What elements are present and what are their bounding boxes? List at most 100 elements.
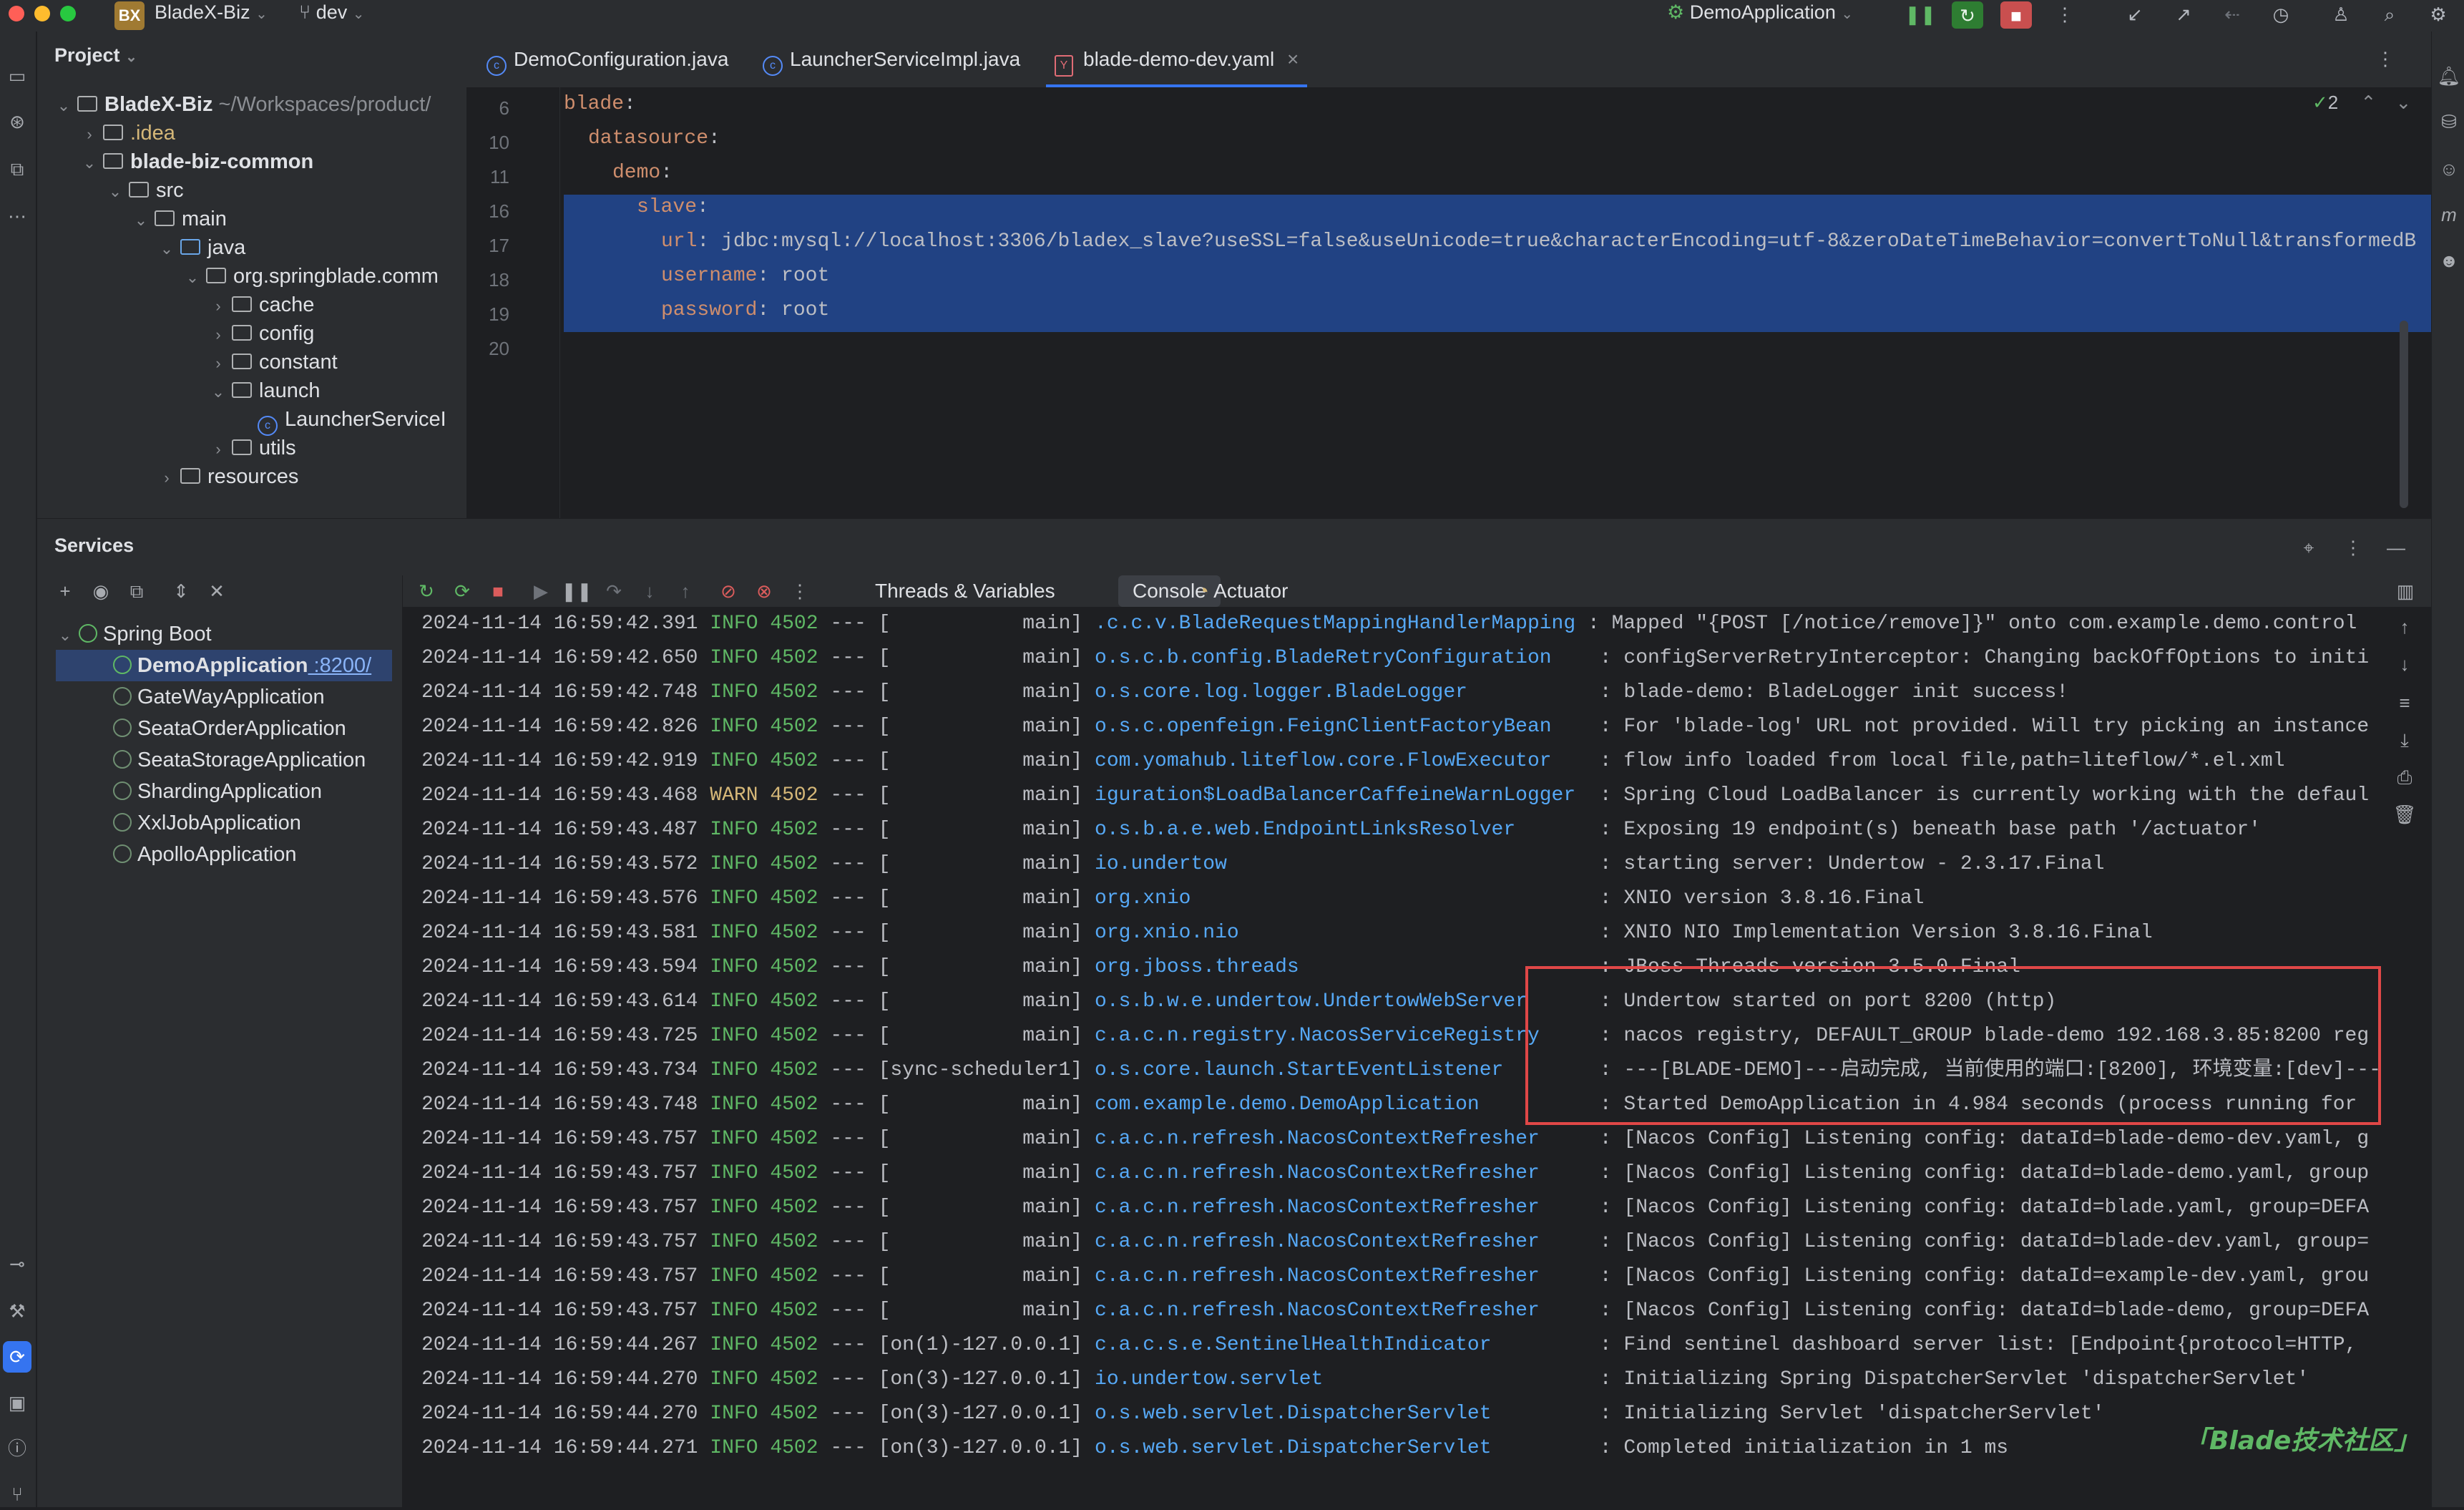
close-window-button[interactable] (9, 6, 24, 21)
layout-icon[interactable]: ▥ (2387, 575, 2423, 607)
tab-threads-variables[interactable]: Threads & Variables (875, 575, 1055, 607)
chevron-down-icon[interactable]: ⌄ (132, 205, 150, 236)
service-group-spring-boot[interactable]: ⌄ Spring Boot (56, 618, 212, 650)
account-icon[interactable]: ♙ (2325, 0, 2357, 29)
structure-icon[interactable]: ⧉ (0, 153, 34, 185)
git-icon[interactable]: ⑂ (0, 1479, 34, 1510)
log-logger[interactable]: o.s.c.b.config.BladeRetryConfiguration (1095, 647, 1588, 669)
zoom-window-button[interactable] (60, 6, 76, 21)
chevron-down-icon[interactable]: ⌄ (106, 176, 124, 208)
more-tools-icon[interactable]: ⋯ (0, 200, 34, 232)
commit-icon[interactable]: ⊛ (0, 106, 34, 137)
minimize-window-button[interactable] (34, 6, 50, 21)
database-icon[interactable]: ⛁ (2432, 106, 2464, 137)
code-line[interactable]: url: jdbc:mysql://localhost:3306/bladex_… (661, 230, 2416, 253)
tree-node-blade-biz-common[interactable]: ⌄ blade-biz-common (80, 146, 313, 177)
view-breakpoints-icon[interactable]: ⊘ (710, 575, 746, 607)
target-icon[interactable]: ⌖ (2291, 532, 2327, 563)
project-folder-icon[interactable]: ▭ (0, 60, 34, 92)
log-logger[interactable]: org.jboss.threads (1095, 956, 1588, 978)
service-item-shardingapplication[interactable]: ShardingApplication (109, 776, 322, 807)
clear-icon[interactable]: 🗑︎ (2387, 799, 2423, 830)
service-port-link[interactable]: :8200/ (308, 654, 372, 677)
project-panel-header[interactable]: Project ⌄ (54, 44, 137, 67)
log-logger[interactable]: o.s.c.openfeign.FeignClientFactoryBean (1095, 716, 1588, 738)
log-logger[interactable]: c.a.c.n.refresh.NacosContextRefresher (1095, 1300, 1588, 1322)
service-item-apolloapplication[interactable]: ApolloApplication (109, 839, 296, 870)
log-logger[interactable]: .c.c.v.BladeRequestMappingHandlerMapping (1095, 613, 1575, 635)
step-over-icon[interactable]: ↷ (596, 575, 632, 607)
log-logger[interactable]: c.a.c.s.e.SentinelHealthIndicator (1095, 1334, 1588, 1356)
log-logger[interactable]: iguration$LoadBalancerCaffeineWarnLogger (1095, 784, 1588, 807)
eye-icon[interactable]: ◉ (83, 575, 119, 607)
chevron-down-icon[interactable]: ⌄ (80, 147, 99, 179)
search-icon[interactable]: ⌕ (2374, 0, 2405, 29)
more-actions-icon[interactable]: ⋮ (2335, 532, 2371, 563)
tree-node-resources[interactable]: › resources (157, 461, 298, 492)
code-line[interactable]: datasource: (588, 127, 733, 150)
log-logger[interactable]: o.s.core.log.logger.BladeLogger (1095, 681, 1588, 703)
code-line[interactable]: blade: (564, 93, 648, 115)
print-icon[interactable]: ⎙ (2387, 761, 2423, 793)
tree-node--idea[interactable]: › .idea (80, 117, 175, 149)
tree-node-org-springblade-comm[interactable]: ⌄ org.springblade.comm (183, 260, 439, 292)
stop-icon[interactable]: ■ (480, 575, 516, 607)
maven-icon[interactable]: m (2432, 199, 2464, 230)
chevron-right-icon[interactable]: › (157, 462, 176, 494)
branch-switcher[interactable]: ⑂ dev ⌄ (299, 1, 365, 24)
chevron-down-icon[interactable]: ⌄ (54, 90, 73, 122)
minimize-panel-icon[interactable]: — (2378, 532, 2414, 563)
code-area[interactable]: blade: datasource: demo: slave: url: jdb… (466, 87, 2431, 518)
log-logger[interactable]: com.yomahub.liteflow.core.FlowExecutor (1095, 750, 1588, 772)
inspection-widget[interactable]: ✓2 ⌃ ⌄ (2312, 92, 2411, 114)
close-tab-icon[interactable]: × (1287, 48, 1299, 70)
vcs-push-icon[interactable]: ↗ (2168, 0, 2199, 29)
service-item-demoapplication[interactable]: DemoApplication :8200/ (56, 650, 392, 681)
step-into-icon[interactable]: ↓ (632, 575, 668, 607)
log-logger[interactable]: org.xnio (1095, 887, 1588, 910)
new-group-icon[interactable]: ⧉ (119, 575, 155, 607)
code-line[interactable]: slave: (637, 196, 721, 218)
log-logger[interactable]: o.s.web.servlet.DispatcherServlet (1095, 1403, 1588, 1425)
more-actions-icon[interactable]: ⋮ (2049, 0, 2081, 29)
log-logger[interactable]: c.a.c.n.refresh.NacosContextRefresher (1095, 1231, 1588, 1253)
build-icon[interactable]: ⚒ (0, 1295, 34, 1327)
collapse-all-icon[interactable]: ✕ (199, 575, 235, 607)
log-logger[interactable]: o.s.b.a.e.web.EndpointLinksResolver (1095, 819, 1588, 841)
service-item-gatewayapplication[interactable]: GateWayApplication (109, 681, 325, 713)
chevron-down-icon[interactable]: ⌄ (183, 262, 202, 293)
code-line[interactable]: password: root (661, 299, 829, 321)
add-service-icon[interactable]: + (47, 575, 83, 607)
service-item-xxljobapplication[interactable]: XxlJobApplication (109, 807, 301, 839)
mute-breakpoints-icon[interactable]: ⊗ (746, 575, 782, 607)
ai-assistant-icon[interactable]: ☺ (2432, 153, 2464, 185)
run-config-selector[interactable]: ⚙ DemoApplication ⌄ (1667, 1, 1853, 24)
tree-node-launch[interactable]: ⌄ launch (209, 375, 321, 406)
service-item-seatastorageapplication[interactable]: SeataStorageApplication (109, 744, 366, 776)
log-logger[interactable]: c.a.c.n.registry.NacosServiceRegistry (1095, 1025, 1588, 1047)
tree-node-cache[interactable]: › cache (209, 289, 314, 321)
copilot-icon[interactable]: ☻ (2432, 245, 2464, 276)
log-logger[interactable]: c.a.c.n.refresh.NacosContextRefresher (1095, 1162, 1588, 1184)
editor-scrollbar[interactable] (2400, 321, 2408, 508)
more-actions-icon[interactable]: ⋮ (2370, 44, 2401, 73)
tab-launcherserviceimpl[interactable]: c LauncherServiceImpl.java (758, 31, 1020, 87)
debug-pause-icon[interactable]: ❚❚ (1905, 0, 1936, 29)
tree-node-constant[interactable]: › constant (209, 346, 337, 378)
stop-icon[interactable]: ■ (2000, 1, 2032, 29)
log-logger[interactable]: org.xnio.nio (1095, 922, 1588, 944)
services-icon[interactable]: ⟳ (3, 1341, 31, 1373)
rerun-icon[interactable]: ↻ (1952, 1, 1983, 29)
vcs-rollback-icon[interactable]: ⇠ (2216, 0, 2248, 29)
tree-node-config[interactable]: › config (209, 318, 314, 349)
code-editor[interactable]: 6 10 11 16 17 18 19 20 blade: datasource: demo:… (466, 87, 2431, 518)
scroll-down-icon[interactable]: ↓ (2387, 648, 2423, 680)
log-logger[interactable]: o.s.b.w.e.undertow.UndertowWebServer (1095, 990, 1588, 1013)
rerun-icon[interactable]: ↻ (409, 575, 444, 607)
chevron-down-icon[interactable]: ⌄ (2396, 92, 2412, 113)
code-line[interactable]: demo: (612, 162, 685, 184)
scroll-to-end-icon[interactable]: ⤓ (2387, 724, 2423, 756)
history-icon[interactable]: ◷ (2265, 0, 2297, 29)
resume-icon[interactable]: ▶ (523, 575, 559, 607)
tree-node-java[interactable]: ⌄ java (157, 232, 245, 263)
